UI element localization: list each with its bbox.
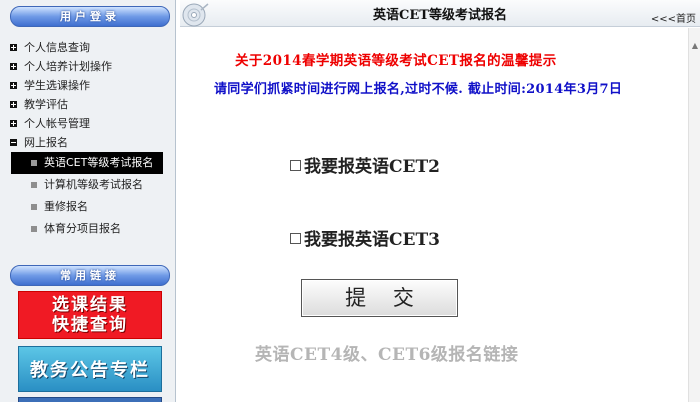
cet3-checkbox[interactable] (290, 233, 301, 244)
cet2-option[interactable]: 我要报英语CET2 (290, 152, 440, 177)
page-titlebar: 英语CET等级考试报名 <<<首页 (180, 0, 700, 27)
menu-item-online-registration[interactable]: 网上报名 (0, 133, 176, 152)
notice-body: 请同学们抓紧时间进行网上报名,过时不候. 截止时间:2014年3月7日 (214, 82, 623, 97)
home-link[interactable]: <<<首页 (651, 10, 696, 25)
cet2-checkbox[interactable] (290, 160, 301, 171)
submenu-item-label: 计算机等级考试报名 (44, 178, 143, 191)
submenu-item-cet-registration[interactable]: 英语CET等级考试报名 (11, 152, 163, 174)
expand-plus-icon (10, 44, 17, 51)
submenu-item-computer-exam-registration[interactable]: 计算机等级考试报名 (0, 174, 176, 196)
expand-plus-icon (10, 101, 17, 108)
menu-item-label: 教学评估 (24, 98, 68, 111)
square-bullet-icon (31, 182, 37, 188)
notice-title: 关于2014春学期英语等级考试CET报名的温馨提示 (235, 53, 557, 69)
menu-item-training-plan[interactable]: 个人培养计划操作 (0, 57, 176, 76)
page-title: 英语CET等级考试报名 (373, 8, 507, 23)
common-links-header: 常用链接 (10, 265, 170, 286)
menu-item-label: 个人培养计划操作 (24, 60, 112, 73)
submenu-item-retake-registration[interactable]: 重修报名 (0, 196, 176, 218)
left-sidebar: 用户登录 个人信息查询 个人培养计划操作 学生选课操作 教学评估 个人帐号管理 … (0, 0, 176, 402)
main-content: 关于2014春学期英语等级考试CET报名的温馨提示 请同学们抓紧时间进行网上报名… (180, 28, 688, 402)
banner-line: 快捷查询 (52, 315, 128, 335)
square-bullet-icon (31, 226, 37, 232)
scroll-up-arrow-icon[interactable]: ▲ (690, 40, 700, 52)
banner-label: 教务公告专栏 (30, 360, 150, 381)
expand-plus-icon (10, 63, 17, 70)
vertical-scrollbar[interactable]: ▲ (688, 28, 700, 402)
submenu-item-label: 体育分项目报名 (44, 222, 121, 235)
expand-plus-icon (10, 120, 17, 127)
collapse-minus-icon (10, 139, 17, 146)
menu-item-course-selection[interactable]: 学生选课操作 (0, 76, 176, 95)
expand-plus-icon (10, 82, 17, 89)
submenu-item-label: 重修报名 (44, 200, 88, 213)
cet3-label: 我要报英语CET3 (304, 230, 440, 250)
menu-item-account-management[interactable]: 个人帐号管理 (0, 114, 176, 133)
menu-item-teaching-evaluation[interactable]: 教学评估 (0, 95, 176, 114)
square-bullet-icon (31, 160, 37, 166)
nav-menu: 个人信息查询 个人培养计划操作 学生选课操作 教学评估 个人帐号管理 网上报名 … (0, 38, 176, 240)
menu-item-label: 网上报名 (24, 136, 68, 149)
cet4-cet6-registration-link[interactable]: 英语CET4级、CET6级报名链接 (255, 340, 518, 365)
partial-banner[interactable] (18, 397, 162, 402)
menu-item-label: 学生选课操作 (24, 79, 90, 92)
square-bullet-icon (31, 204, 37, 210)
menu-item-label: 个人帐号管理 (24, 117, 90, 130)
cet2-label: 我要报英语CET2 (304, 157, 440, 177)
banner-line: 选课结果 (52, 295, 128, 315)
academic-announcement-banner[interactable]: 教务公告专栏 (18, 346, 162, 392)
course-result-quick-query-banner[interactable]: 选课结果 快捷查询 (18, 291, 162, 339)
menu-item-personal-info[interactable]: 个人信息查询 (0, 38, 176, 57)
cet3-option[interactable]: 我要报英语CET3 (290, 225, 440, 250)
user-login-header: 用户登录 (10, 6, 170, 27)
menu-item-label: 个人信息查询 (24, 41, 90, 54)
submenu-item-label: 英语CET等级考试报名 (44, 156, 154, 169)
submit-button[interactable]: 提 交 (301, 279, 458, 317)
submenu-item-pe-registration[interactable]: 体育分项目报名 (0, 218, 176, 240)
